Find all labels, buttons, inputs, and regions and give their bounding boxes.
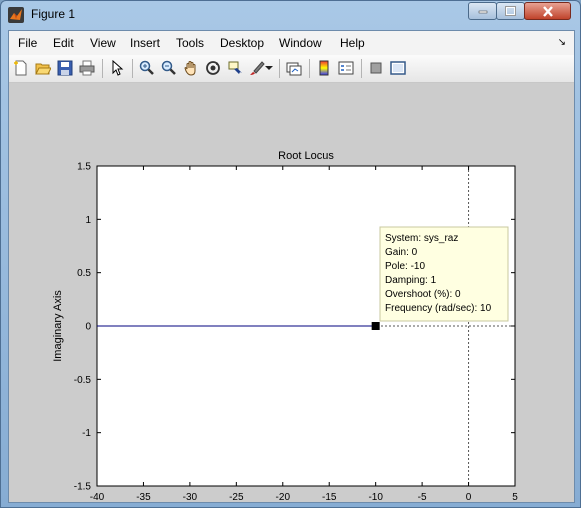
toolbar-separator — [279, 59, 280, 78]
show-plot-tools-icon[interactable] — [389, 59, 407, 77]
figure-toolbar — [9, 55, 574, 83]
maximize-icon — [505, 6, 516, 16]
toolbar-separator — [132, 59, 133, 78]
matlab-logo-icon — [8, 7, 24, 23]
y-tick-label: -1.5 — [74, 482, 92, 493]
y-axis-label: Imaginary Axis — [52, 290, 64, 362]
x-tick-label: -25 — [229, 492, 244, 502]
x-tick-label: -5 — [418, 492, 427, 502]
select-arrow-icon[interactable] — [108, 59, 126, 77]
close-icon — [542, 5, 553, 17]
datatip-line: Frequency (rad/sec): 10 — [385, 303, 492, 314]
plot-title: Root Locus — [278, 150, 334, 162]
x-tick-label: -15 — [322, 492, 337, 502]
y-tick-label: 0.5 — [77, 268, 91, 279]
menu-insert[interactable]: Insert — [130, 36, 160, 50]
menu-bar: File Edit View Insert Tools Desktop Wind… — [9, 31, 574, 55]
x-tick-label: 0 — [466, 492, 472, 502]
x-tick-label: -30 — [183, 492, 198, 502]
menu-view[interactable]: View — [90, 36, 116, 50]
datatip-line: Gain: 0 — [385, 247, 418, 258]
y-tick-label: -0.5 — [74, 375, 92, 386]
datatip-line: Overshoot (%): 0 — [385, 289, 461, 300]
legend-icon[interactable] — [337, 59, 355, 77]
menu-edit[interactable]: Edit — [53, 36, 74, 50]
brush-dropdown-icon[interactable] — [264, 59, 274, 77]
menu-help[interactable]: Help — [340, 36, 365, 50]
close-button[interactable] — [524, 2, 571, 20]
toolbar-separator — [102, 59, 103, 78]
figure-canvas[interactable]: -40 -35 -30 -25 -20 -15 -10 -5 0 5 1.5 1 0.5 0 -0.5 -1 -… — [9, 83, 574, 503]
link-plot-icon[interactable] — [285, 59, 303, 77]
menu-file[interactable]: File — [18, 36, 37, 50]
open-file-icon[interactable] — [34, 59, 52, 77]
maximize-button[interactable] — [496, 2, 525, 20]
pole-marker — [371, 322, 380, 330]
menu-tools[interactable]: Tools — [176, 36, 204, 50]
hide-plot-tools-icon[interactable] — [367, 59, 385, 77]
window-title: Figure 1 — [31, 7, 76, 21]
toolbar-separator — [309, 59, 310, 78]
save-icon[interactable] — [56, 59, 74, 77]
y-tick-label: 1 — [85, 215, 91, 226]
x-tick-label: -40 — [90, 492, 105, 502]
x-tick-label: 5 — [512, 492, 518, 502]
zoom-out-icon[interactable] — [160, 59, 178, 77]
toolbar-separator — [361, 59, 362, 78]
data-cursor-icon[interactable] — [226, 59, 244, 77]
title-bar[interactable]: Figure 1 — [1, 1, 580, 29]
datatip-line: Pole: -10 — [385, 261, 425, 272]
rotate-3d-icon[interactable] — [204, 59, 222, 77]
y-tick-label: 1.5 — [77, 162, 91, 173]
colorbar-icon[interactable] — [315, 59, 333, 77]
pan-hand-icon[interactable] — [182, 59, 200, 77]
figure-window: Figure 1 File Edit View Insert Tools Des… — [0, 0, 581, 508]
minimize-icon — [478, 10, 487, 14]
datatip-line: System: sys_raz — [385, 233, 458, 244]
minimize-button[interactable] — [468, 2, 497, 20]
x-tick-label: -10 — [368, 492, 383, 502]
chevron-down-icon[interactable]: ↘ — [558, 37, 566, 48]
root-locus-plot[interactable]: -40 -35 -30 -25 -20 -15 -10 -5 0 5 1.5 1 0.5 0 -0.5 -1 -… — [9, 83, 574, 503]
menu-desktop[interactable]: Desktop — [220, 36, 264, 50]
zoom-in-icon[interactable] — [138, 59, 156, 77]
print-icon[interactable] — [78, 59, 96, 77]
y-tick-label: -1 — [82, 428, 91, 439]
menu-window[interactable]: Window — [279, 36, 322, 50]
x-tick-label: -20 — [276, 492, 291, 502]
figure-client: File Edit View Insert Tools Desktop Wind… — [8, 30, 575, 503]
y-tick-label: 0 — [85, 322, 91, 333]
datatip-line: Damping: 1 — [385, 275, 437, 286]
new-figure-icon[interactable] — [12, 59, 30, 77]
x-tick-label: -35 — [136, 492, 151, 502]
